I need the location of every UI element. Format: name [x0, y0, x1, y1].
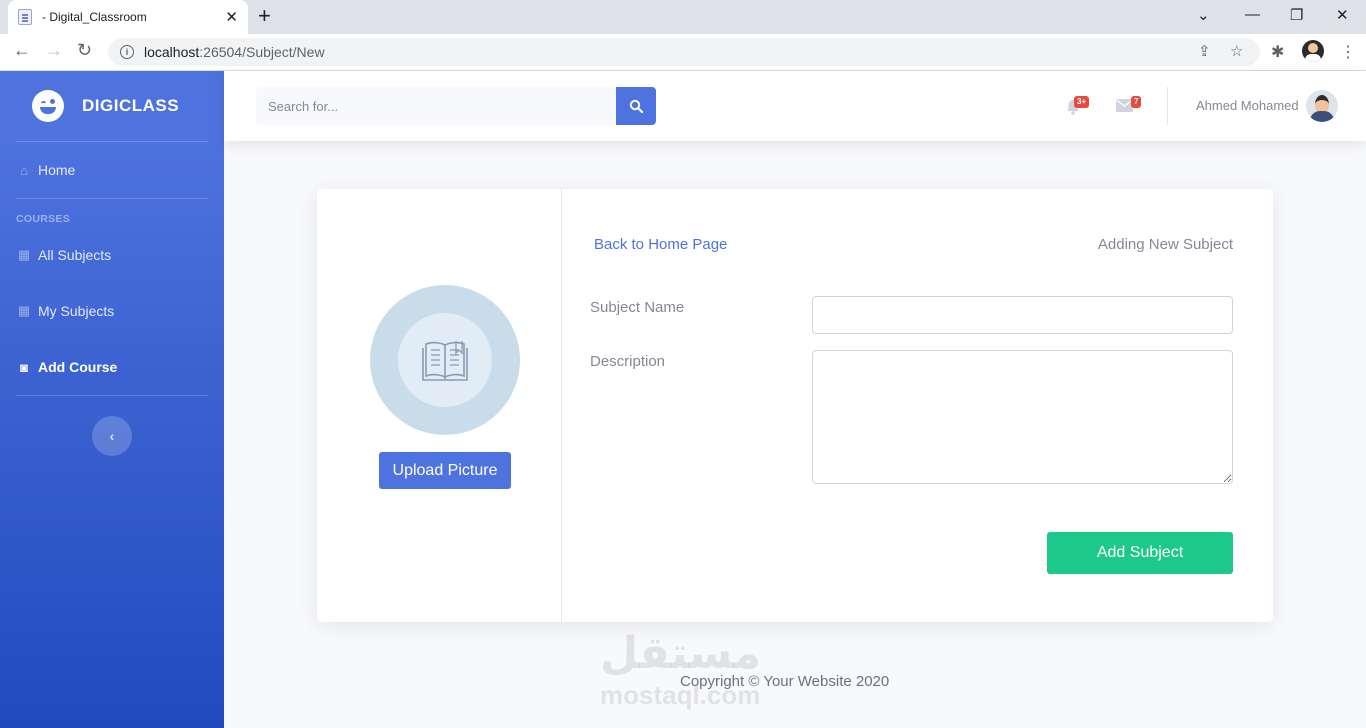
back-arrow-icon[interactable]: ←	[13, 40, 31, 61]
sidebar-item-home[interactable]: ⌂ Home	[0, 142, 224, 198]
search-input[interactable]	[256, 87, 616, 125]
window-close-icon[interactable]: ✕	[1336, 6, 1349, 24]
alerts-badge: 3+	[1074, 96, 1090, 108]
footer-copyright: Copyright © Your Website 2020	[680, 673, 890, 690]
brand-logo-icon	[32, 90, 64, 122]
extensions-puzzle-icon[interactable]: ✱	[1271, 42, 1284, 62]
minimize-icon[interactable]: —	[1245, 6, 1260, 23]
url-host: localhost	[144, 44, 200, 60]
sidebar-toggle-button[interactable]: ‹	[92, 416, 132, 456]
chevron-left-icon: ‹	[109, 428, 115, 444]
browser-tab[interactable]: - Digital_Classroom ✕	[8, 0, 248, 34]
site-info-icon[interactable]: i	[120, 45, 134, 59]
watermark: مستقل mostaql.com	[600, 628, 761, 709]
open-book-icon	[422, 341, 468, 381]
restore-icon[interactable]: ❐	[1290, 6, 1303, 24]
messages-badge: 7	[1131, 96, 1142, 108]
search-icon	[629, 99, 643, 113]
forward-arrow-icon[interactable]: →	[45, 40, 63, 61]
tab-title: - Digital_Classroom	[42, 10, 147, 24]
sidebar-item-label: Add Course	[38, 359, 118, 375]
brand-name: DIGICLASS	[82, 96, 180, 115]
sidebar-item-my-subjects[interactable]: ▦ My Subjects	[0, 283, 224, 339]
upload-picture-button[interactable]: Upload Picture	[379, 452, 511, 489]
browser-menu-icon[interactable]: ⋮	[1340, 42, 1356, 62]
user-name[interactable]: Ahmed Mohamed	[1196, 98, 1299, 113]
topbar: 3+ 7 Ahmed Mohamed	[224, 71, 1366, 141]
tab-close-icon[interactable]: ✕	[225, 8, 238, 26]
browser-profile-avatar[interactable]	[1302, 40, 1324, 62]
sidebar-brand[interactable]: DIGICLASS	[0, 71, 224, 141]
page-favicon-icon	[18, 9, 32, 25]
home-icon: ⌂	[20, 162, 28, 178]
sidebar-divider	[16, 395, 208, 396]
sidebar-item-add-course[interactable]: ◙ Add Course	[0, 339, 224, 395]
picture-panel: Upload Picture	[317, 189, 562, 622]
sidebar-item-label: My Subjects	[38, 303, 115, 319]
tab-search-chevron-icon[interactable]: ⌄	[1197, 6, 1210, 24]
cubes-icon: ▦	[17, 303, 31, 318]
back-to-home-link[interactable]: Back to Home Page	[594, 236, 727, 253]
bookmark-star-icon[interactable]: ☆	[1230, 38, 1243, 66]
description-label: Description	[590, 353, 666, 370]
sidebar-heading-courses: COURSES	[16, 213, 71, 225]
subject-picture-placeholder	[370, 285, 520, 435]
url-text: localhost:26504/Subject/New	[144, 44, 325, 60]
form-heading: Adding New Subject	[1097, 236, 1233, 253]
sidebar-item-label: Home	[38, 162, 76, 178]
subject-name-label: Subject Name	[590, 299, 685, 316]
search-button[interactable]	[616, 87, 656, 125]
new-tab-icon[interactable]: +	[258, 4, 271, 28]
search-form	[256, 87, 656, 125]
user-avatar[interactable]	[1306, 90, 1338, 122]
watermark-arabic: مستقل	[600, 628, 761, 679]
browser-toolbar: ← → ↻ i localhost:26504/Subject/New ⇪ ☆ …	[0, 34, 1366, 71]
share-icon[interactable]: ⇪	[1198, 38, 1211, 66]
sidebar: DIGICLASS ⌂ Home COURSES ▦ All Subjects …	[0, 71, 224, 728]
topbar-divider	[1167, 87, 1168, 125]
sidebar-item-all-subjects[interactable]: ▦ All Subjects	[0, 227, 224, 283]
subject-name-input[interactable]	[812, 296, 1233, 334]
browser-tabstrip: - Digital_Classroom ✕ + ⌄ — ❐ ✕	[0, 0, 1366, 34]
add-subject-card: Upload Picture Back to Home Page Adding …	[317, 189, 1273, 622]
sidebar-item-label: All Subjects	[38, 247, 112, 263]
add-subject-button[interactable]: Add Subject	[1047, 532, 1233, 574]
address-bar[interactable]: i localhost:26504/Subject/New ⇪ ☆	[108, 38, 1260, 66]
description-textarea[interactable]	[812, 350, 1233, 484]
url-path: :26504/Subject/New	[199, 44, 325, 60]
cubes-icon: ▦	[17, 247, 31, 262]
book-reader-icon: ◙	[20, 359, 28, 375]
reload-icon[interactable]: ↻	[77, 40, 92, 61]
